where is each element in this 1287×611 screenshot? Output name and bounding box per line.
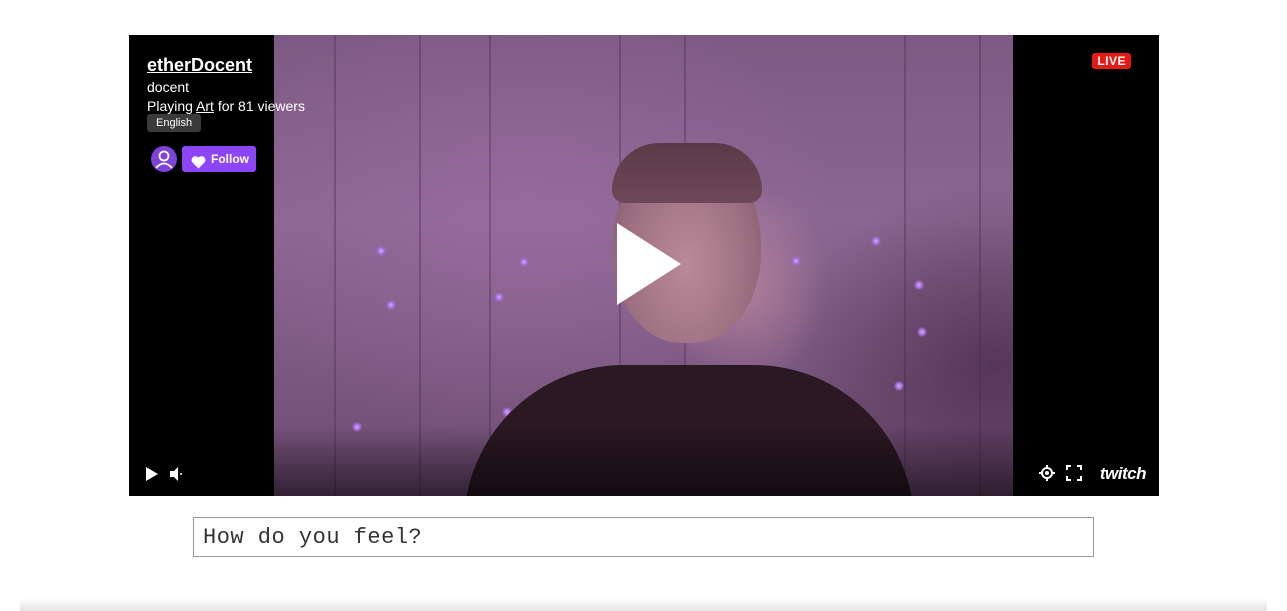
page-bottom-shadow bbox=[20, 598, 1267, 611]
video-player[interactable]: etherDocent docent Playing Art for 81 vi… bbox=[129, 35, 1159, 496]
playing-info: Playing Art for 81 viewers bbox=[147, 98, 305, 114]
fullscreen-icon[interactable] bbox=[1066, 465, 1082, 481]
big-play-icon[interactable] bbox=[617, 223, 681, 305]
heart-icon bbox=[191, 152, 206, 178]
follow-label: Follow bbox=[211, 152, 249, 166]
live-badge: LIVE bbox=[1092, 53, 1131, 69]
playing-prefix: Playing bbox=[147, 98, 193, 114]
language-badge[interactable]: English bbox=[147, 114, 202, 132]
feeling-input[interactable] bbox=[193, 517, 1094, 557]
channel-subtitle: docent bbox=[147, 79, 190, 95]
viewer-count: for 81 viewers bbox=[217, 98, 305, 114]
follow-button[interactable]: Follow bbox=[182, 146, 256, 172]
twitch-logo[interactable]: twitch bbox=[1100, 464, 1147, 484]
controls-vignette bbox=[274, 426, 1013, 496]
channel-name-link[interactable]: etherDocent bbox=[147, 55, 252, 76]
play-icon[interactable] bbox=[145, 466, 159, 482]
avatar-icon[interactable] bbox=[151, 146, 177, 172]
streamer-hair bbox=[612, 143, 762, 203]
game-link[interactable]: Art bbox=[196, 98, 214, 114]
volume-icon[interactable] bbox=[169, 466, 185, 482]
gear-icon[interactable] bbox=[1039, 465, 1055, 481]
